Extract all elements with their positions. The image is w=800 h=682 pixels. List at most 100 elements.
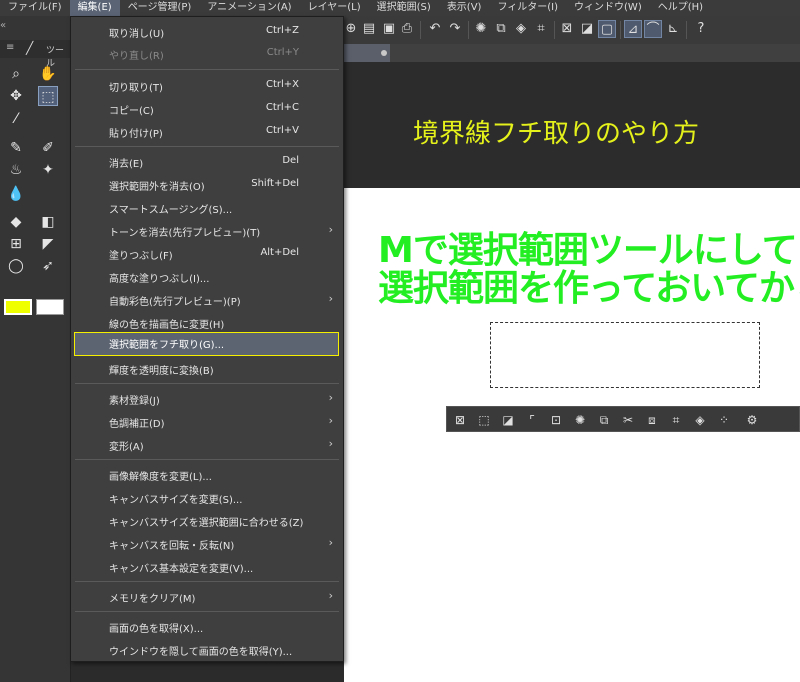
loading-icon[interactable]: ✺ [472,20,490,38]
menu-item-remove-tone[interactable]: トーンを消去(先行プレビュー)(T) › [71,220,343,242]
submenu-arrow-icon: › [328,414,333,427]
show-selection-icon[interactable]: ▢ [598,20,616,38]
hamburger-icon[interactable]: ≡ [6,42,14,53]
gradient-icon[interactable]: ◧ [38,212,58,232]
edit-menu-dropdown: 取り消し(U) Ctrl+Z やり直し(R) Ctrl+Y 切り取り(T) Ctrl+… [70,16,344,662]
menu-separator [75,459,339,460]
menu-layer[interactable]: レイヤー(L) [300,0,369,16]
copy-paste-icon[interactable]: ⧈ [643,411,661,429]
menu-item-transform[interactable]: 変形(A) › [71,434,343,456]
transform-icon[interactable]: ⌗ [532,20,550,38]
invert-icon[interactable]: ◪ [499,411,517,429]
unsaved-dot-icon [381,50,387,56]
snap-grid-icon[interactable]: ⊾ [664,20,682,38]
decoration-icon[interactable]: ✦ [38,160,58,180]
open-icon[interactable]: ▤ [360,20,378,38]
menu-item-paste[interactable]: 貼り付け(P) Ctrl+V [71,121,343,143]
print-icon[interactable]: ⎙ [398,20,416,38]
fill-selection-icon[interactable]: ◈ [691,411,709,429]
deselect-icon[interactable]: ⊠ [451,411,469,429]
panel-collapse-icon[interactable]: « [0,20,70,34]
scale-rotate-icon[interactable]: ⌗ [667,411,685,429]
menu-item-get-screen-color[interactable]: 画面の色を取得(X)... [71,616,343,638]
snap-special-ruler-icon[interactable]: ⌒ [644,20,662,38]
menu-item-rotate-flip-canvas[interactable]: キャンバスを回転・反転(N) › [71,533,343,555]
menu-item-smart-smoothing[interactable]: スマートスムージング(S)... [71,197,343,219]
snap-ruler-icon[interactable]: ⊿ [624,20,642,38]
menu-item-fit-canvas-to-selection[interactable]: キャンバスサイズを選択範囲に合わせる(Z) [71,510,343,532]
menu-item-change-canvas-size[interactable]: キャンバスサイズを変更(S)... [71,487,343,509]
zoom-icon[interactable]: ⌕ [6,64,26,84]
menu-item-clear-memory[interactable]: メモリをクリア(M) › [71,586,343,608]
deselect-icon[interactable]: ⊠ [558,20,576,38]
select-layer-icon[interactable]: ⧉ [492,20,510,38]
undo-icon[interactable]: ↶ [426,20,444,38]
menu-item-hide-window-get-color[interactable]: ウインドウを隠して画面の色を取得(Y)... [71,639,343,661]
loading-selection-icon[interactable]: ✺ [571,411,589,429]
menu-item-redo[interactable]: やり直し(R) Ctrl+Y [71,43,343,65]
menu-file[interactable]: ファイル(F) [0,0,70,16]
menu-animation[interactable]: アニメーション(A) [199,0,299,16]
airbrush-icon[interactable]: ♨ [6,160,26,180]
menu-separator [75,611,339,612]
menu-item-auto-color[interactable]: 自動彩色(先行プレビュー)(P) › [71,289,343,311]
menu-item-change-resolution[interactable]: 画像解像度を変更(L)... [71,464,343,486]
pen-icon[interactable]: ✎ [6,138,26,158]
menu-window[interactable]: ウィンドウ(W) [566,0,650,16]
new-icon[interactable]: ⊕ [342,20,360,38]
selection-tool-icon[interactable]: ⬚ [38,86,58,106]
redo-icon[interactable]: ↷ [446,20,464,38]
menu-item-clear[interactable]: 消去(E) Del [71,151,343,173]
expand-selection-icon[interactable]: ⌜ [523,411,541,429]
menu-view[interactable]: 表示(V) [439,0,490,16]
main-color-swatch[interactable] [4,299,32,315]
new-tone-icon[interactable]: ⁘ [715,411,733,429]
copy-layer-icon[interactable]: ⧉ [595,411,613,429]
menu-selection[interactable]: 選択範囲(S) [369,0,439,16]
select-all-icon[interactable]: ⬚ [475,411,493,429]
menu-item-clear-outside[interactable]: 選択範囲外を消去(O) Shift+Del [71,174,343,196]
invert-selection-icon[interactable]: ◪ [578,20,596,38]
fill-icon[interactable]: ◈ [512,20,530,38]
menu-item-advanced-fill[interactable]: 高度な塗りつぶし(I)... [71,266,343,288]
correct-line-icon[interactable]: ➶ [38,256,58,276]
menu-help[interactable]: ヘルプ(H) [650,0,711,16]
menu-item-border-selection[interactable]: 選択範囲をフチ取り(G)... [74,332,339,356]
eyedropper-icon[interactable]: ⁄ [6,109,26,129]
cut-paste-icon[interactable]: ✂ [619,411,637,429]
menu-item-fill[interactable]: 塗りつぶし(F) Alt+Del [71,243,343,265]
tool-panel: « ≡ ╱ ツール ⌕ ✋ ✥ ⬚ ⁄ ✎ ✐ ♨ ✦ 💧 ◆ ◧ ⊞ ◤ ◯ … [0,16,71,682]
canvas-tab-strip [344,44,800,62]
ruler-icon[interactable]: ◤ [38,234,58,254]
submenu-arrow-icon: › [328,437,333,450]
sub-color-swatch[interactable] [36,299,64,315]
menu-item-copy[interactable]: コピー(C) Ctrl+C [71,98,343,120]
menu-item-canvas-settings[interactable]: キャンバス基本設定を変更(V)... [71,556,343,578]
menu-page-management[interactable]: ページ管理(P) [120,0,200,16]
submenu-arrow-icon: › [328,589,333,602]
brush-icon: ╱ [26,41,34,55]
menu-separator [75,581,339,582]
menu-item-tonal-correction[interactable]: 色調補正(D) › [71,411,343,433]
menu-item-luminance-to-transparency[interactable]: 輝度を透明度に変換(B) [71,358,343,380]
tool-panel-header: ≡ ╱ ツール [0,40,70,69]
shrink-selection-icon[interactable]: ⊡ [547,411,565,429]
menu-item-undo[interactable]: 取り消し(U) Ctrl+Z [71,21,343,43]
blend-icon[interactable]: 💧 [6,184,26,204]
menu-edit[interactable]: 編集(E) [69,0,120,16]
fill-bucket-icon[interactable]: ◆ [6,212,26,232]
menu-filter[interactable]: フィルター(I) [489,0,566,16]
menu-item-change-line-color[interactable]: 線の色を描画色に変更(H) [71,312,343,334]
save-icon[interactable]: ▣ [380,20,398,38]
frame-border-icon[interactable]: ⊞ [6,234,26,254]
selection-marquee[interactable] [490,322,760,388]
pencil-icon[interactable]: ✐ [38,138,58,158]
menu-item-register-material[interactable]: 素材登録(J) › [71,388,343,410]
help-icon[interactable]: ? [692,20,710,38]
balloon-icon[interactable]: ◯ [6,256,26,276]
move-icon[interactable]: ✥ [6,86,26,106]
menu-item-cut[interactable]: 切り取り(T) Ctrl+X [71,75,343,97]
instruction-line-2: 選択範囲を作っておいてから [378,268,800,309]
hand-icon[interactable]: ✋ [38,64,58,84]
launcher-settings-icon[interactable]: ⚙ [743,411,761,429]
